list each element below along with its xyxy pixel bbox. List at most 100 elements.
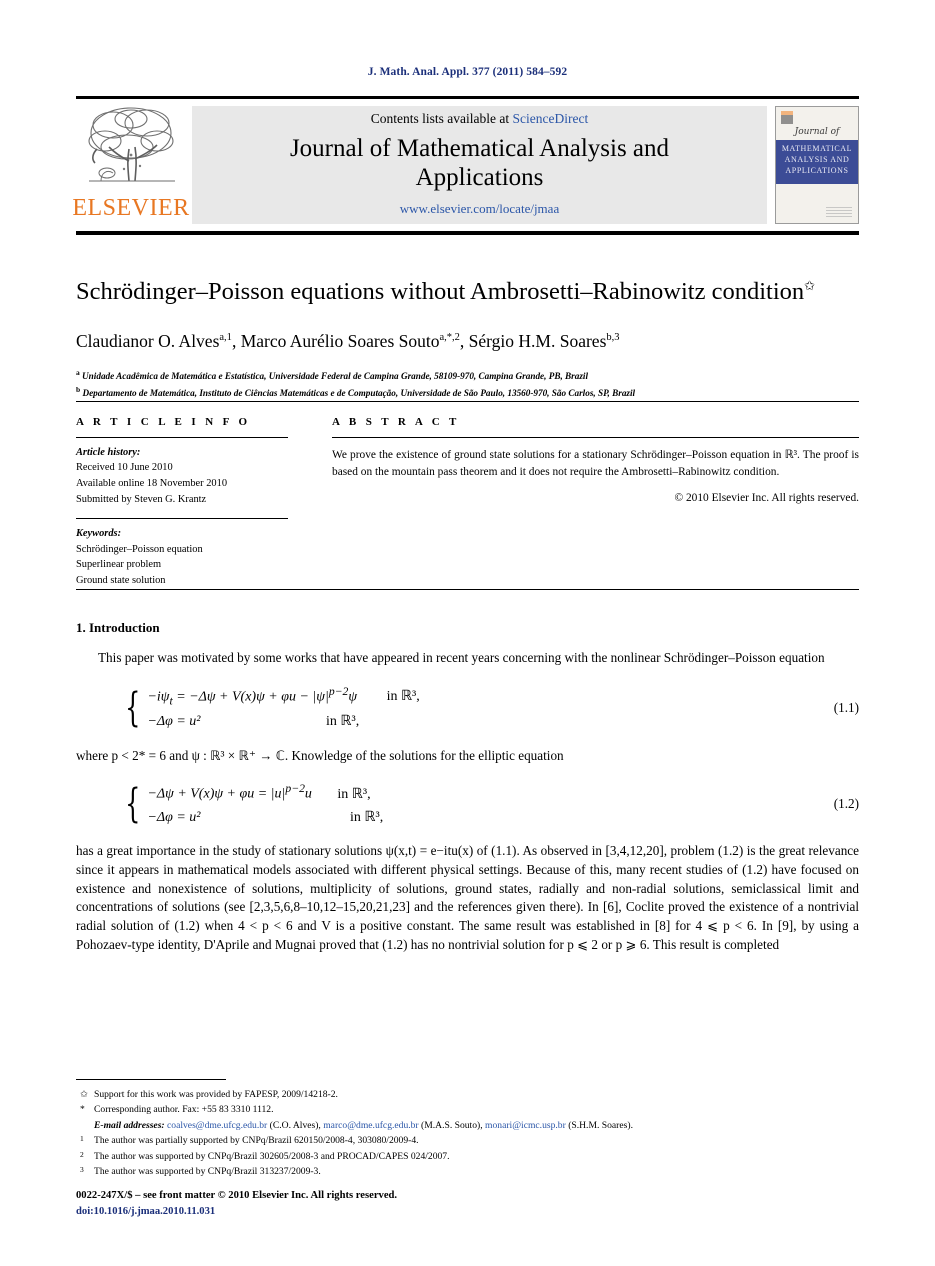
article-history: Article history: Received 10 June 2010 A… xyxy=(76,438,288,518)
journal-cover-thumbnail: Journal of MATHEMATICAL ANALYSIS AND APP… xyxy=(775,106,859,224)
abstract-text: We prove the existence of ground state s… xyxy=(332,448,859,479)
eq-row-rest: = −Δψ + V(x)ψ + φu − |ψ| xyxy=(172,689,329,705)
affiliation-mark: a xyxy=(76,367,80,377)
equation-brace: { xyxy=(125,684,141,731)
keyword-item: Superlinear problem xyxy=(76,559,162,571)
journal-title: Journal of Mathematical Analysis and App… xyxy=(289,135,670,191)
email-link[interactable]: monari@icmc.usp.br xyxy=(485,1120,566,1131)
footnote-text: Corresponding author. Fax: +55 83 3310 1… xyxy=(94,1104,274,1116)
affiliation-item: b Departamento de Matemática, Instituto … xyxy=(76,384,859,401)
page-title: Schrödinger–Poisson equations without Am… xyxy=(76,277,859,308)
email-addresses-label: E-mail addresses: xyxy=(94,1119,165,1131)
eq-exponent: p−2 xyxy=(285,782,305,796)
affiliation-item: a Unidade Acadêmica de Matemática e Esta… xyxy=(76,367,859,384)
equation-row: −Δφ = u² in ℝ³, xyxy=(147,806,383,829)
equation-row: −iψt = −Δψ + V(x)ψ + φu − |ψ|p−2ψ in ℝ³, xyxy=(147,682,419,711)
author-name: Marco Aurélio Soares Souto xyxy=(240,330,440,351)
footnote-item-emails: E-mail addresses: coalves@dme.ufcg.edu.b… xyxy=(94,1119,633,1131)
section-heading-introduction: 1. Introduction xyxy=(76,620,160,636)
footnote-mark: 2 xyxy=(80,1149,84,1159)
eq-row-lhs: −iψ xyxy=(147,689,170,705)
eq-domain-condition: in ℝ³, xyxy=(386,689,420,705)
cover-elsevier-icon xyxy=(781,111,793,124)
author-sup: a,*,2 xyxy=(439,332,460,344)
footnote-text: The author was supported by CNPq/Brazil … xyxy=(94,1166,321,1178)
footnote-item: 3 The author was supported by CNPq/Brazi… xyxy=(76,1164,859,1180)
author-sup: a,1 xyxy=(219,332,232,344)
running-head: J. Math. Anal. Appl. 377 (2011) 584–592 xyxy=(367,66,568,78)
eq-exponent: p−2 xyxy=(328,684,349,698)
footnote-text: The author was partially supported by CN… xyxy=(94,1135,419,1147)
abstract-column: A B S T R A C T We prove the existence o… xyxy=(312,402,859,590)
footnote-item: ✩ Support for this work was provided by … xyxy=(76,1087,859,1103)
history-item: Submitted by Steven G. Krantz xyxy=(76,493,207,505)
keywords-block: Keywords: Schrödinger–Poisson equation S… xyxy=(76,519,288,589)
equation-1-1: { −iψt = −Δψ + V(x)ψ + φu − |ψ|p−2ψ in ℝ… xyxy=(76,682,859,734)
eq-domain-condition: in ℝ³, xyxy=(337,786,371,802)
keyword-item: Schrödinger–Poisson equation xyxy=(76,543,203,555)
cover-title-band: MATHEMATICAL ANALYSIS AND APPLICATIONS xyxy=(776,140,858,184)
email-owner: (M.A.S. Souto) xyxy=(421,1119,481,1131)
author-list: Claudianor O. Alvesa,1, Marco Aurélio So… xyxy=(76,330,620,351)
footnote-mark: 3 xyxy=(80,1165,84,1175)
article-title-text: Schrödinger–Poisson equations without Am… xyxy=(76,278,805,305)
author-name: Sérgio H.M. Soares xyxy=(468,330,607,351)
elsevier-tree-icon xyxy=(83,103,179,195)
imprint-block: 0022-247X/$ – see front matter © 2010 El… xyxy=(76,1188,397,1220)
equation-body: −Δψ + V(x)ψ + φu = |u|p−2u in ℝ³, −Δφ = … xyxy=(147,779,383,829)
equation-number: (1.1) xyxy=(833,699,859,715)
footnotes-block: ✩ Support for this work was provided by … xyxy=(76,1078,859,1180)
cover-band-line-3: APPLICATIONS xyxy=(785,165,849,175)
equation-number: (1.2) xyxy=(833,796,859,812)
affiliation-list: a Unidade Acadêmica de Matemática e Esta… xyxy=(76,367,859,401)
footnote-item: 2 The author was supported by CNPq/Brazi… xyxy=(76,1149,859,1165)
intro-paragraph-3: has a great importance in the study of s… xyxy=(76,843,859,952)
intro-paragraph-2: where p < 2* = 6 and ψ : ℝ³ × ℝ⁺ → ℂ. Kn… xyxy=(76,747,564,763)
contents-prefix: Contents lists available at xyxy=(370,111,513,126)
eq-row-2: −Δφ = u² xyxy=(147,714,201,730)
affiliation-mark: b xyxy=(76,384,81,394)
article-info-label: A R T I C L E I N F O xyxy=(76,415,251,428)
doi-link[interactable]: doi:10.1016/j.jmaa.2010.11.031 xyxy=(76,1204,397,1220)
footnote-mark: ✩ xyxy=(80,1088,89,1100)
footnote-divider xyxy=(76,1078,226,1080)
cover-band-line-1: MATHEMATICAL xyxy=(781,144,853,153)
footnote-item: * Corresponding author. Fax: +55 83 3310… xyxy=(76,1102,859,1118)
eq-domain-condition: in ℝ³, xyxy=(326,714,360,730)
eq-row-1: −Δψ + V(x)ψ + φu = |u| xyxy=(147,786,286,802)
journal-homepage-link[interactable]: www.elsevier.com/locate/jmaa xyxy=(400,201,559,217)
issn-copyright-line: 0022-247X/$ – see front matter © 2010 El… xyxy=(76,1190,398,1202)
cover-footer-mark xyxy=(826,207,852,217)
article-info-abstract-block: A R T I C L E I N F O Article history: R… xyxy=(76,400,859,591)
footnote-text: The author was supported by CNPq/Brazil … xyxy=(94,1150,450,1162)
sciencedirect-banner: Contents lists available at ScienceDirec… xyxy=(192,106,767,224)
history-item: Available online 18 November 2010 xyxy=(76,478,228,490)
keywords-label: Keywords: xyxy=(76,527,122,539)
footnote-mark: * xyxy=(80,1104,85,1116)
equation-1-2: { −Δψ + V(x)ψ + φu = |u|p−2u in ℝ³, −Δφ … xyxy=(76,779,859,829)
affiliation-text: Unidade Acadêmica de Matemática e Estatí… xyxy=(82,370,589,381)
cover-script-text: Journal of xyxy=(794,127,840,137)
equation-row: −Δψ + V(x)ψ + φu = |u|p−2u in ℝ³, xyxy=(147,779,383,806)
footnote-item: 1 The author was partially supported by … xyxy=(76,1133,859,1149)
equation-row: −Δφ = u² in ℝ³, xyxy=(147,710,419,733)
equation-body: −iψt = −Δψ + V(x)ψ + φu − |ψ|p−2ψ in ℝ³,… xyxy=(147,682,419,734)
history-item: Received 10 June 2010 xyxy=(76,462,173,474)
eq-row-2: −Δφ = u² xyxy=(147,810,201,826)
email-link[interactable]: coalves@dme.ufcg.edu.br xyxy=(167,1120,267,1131)
journal-masthead: ELSEVIER Contents lists available at Sci… xyxy=(72,96,859,235)
sciencedirect-link[interactable]: ScienceDirect xyxy=(513,111,589,126)
keyword-item: Ground state solution xyxy=(76,575,166,587)
affiliation-text: Departamento de Matemática, Instituto de… xyxy=(82,387,636,398)
article-history-label: Article history: xyxy=(76,446,141,458)
elsevier-logo: ELSEVIER xyxy=(72,99,189,231)
email-link[interactable]: marco@dme.ufcg.edu.br xyxy=(323,1120,418,1131)
contents-available-line: Contents lists available at ScienceDirec… xyxy=(371,111,588,127)
eq-row-tail: u xyxy=(304,786,312,802)
elsevier-wordmark: ELSEVIER xyxy=(72,195,190,221)
author-sup: b,3 xyxy=(606,332,620,344)
author-name: Claudianor O. Alves xyxy=(76,330,220,351)
eq-domain-condition: in ℝ³, xyxy=(350,810,384,826)
paper-page: J. Math. Anal. Appl. 377 (2011) 584–592 xyxy=(0,0,935,1266)
footnote-mark: 1 xyxy=(80,1134,84,1144)
